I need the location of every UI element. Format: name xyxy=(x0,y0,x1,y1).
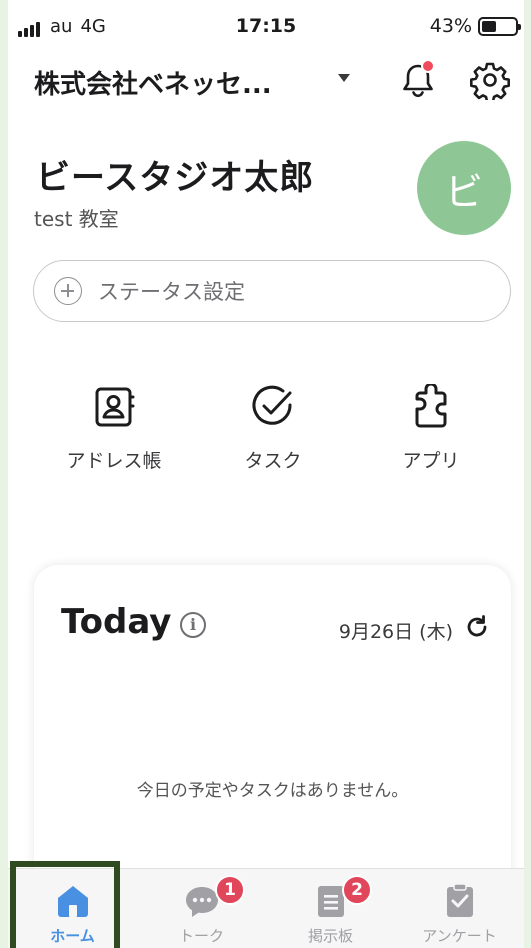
notification-dot xyxy=(421,59,435,73)
today-date: 9月26日 (木) xyxy=(338,621,453,643)
talk-unread-badge: 1 xyxy=(215,875,245,905)
info-icon[interactable]: i xyxy=(180,612,206,638)
tab-bulletin-label: 掲示板 xyxy=(307,927,353,945)
shortcut-address-book-label: アドレス帳 xyxy=(66,450,162,472)
tab-talk[interactable]: トーク 1 xyxy=(137,869,266,948)
classroom-name: test 教室 xyxy=(34,207,119,231)
battery-percent: 43% xyxy=(429,15,472,37)
user-name: ビースタジオ太郎 xyxy=(36,158,315,198)
gear-icon[interactable] xyxy=(470,60,510,100)
bulletin-unread-badge: 2 xyxy=(342,875,372,905)
tab-survey-label: アンケート xyxy=(422,927,497,945)
status-setting-label: ステータス設定 xyxy=(98,280,245,304)
tab-survey[interactable]: アンケート xyxy=(395,869,524,948)
status-right: 43% xyxy=(429,15,521,37)
plus-circle-icon xyxy=(54,277,82,305)
avatar[interactable]: ビ xyxy=(417,141,511,235)
puzzle-icon xyxy=(415,384,447,428)
shortcut-address-book[interactable]: アドレス帳 xyxy=(44,384,184,473)
task-check-icon xyxy=(252,385,292,425)
shortcut-apps-label: アプリ xyxy=(402,450,460,472)
today-title: Today xyxy=(61,602,172,642)
caret-down-icon[interactable] xyxy=(338,74,350,82)
organization-selector[interactable]: 株式会社ベネッセ... xyxy=(34,64,272,101)
shortcut-task-label: タスク xyxy=(244,450,302,472)
tab-talk-label: トーク xyxy=(178,927,224,945)
today-empty-message: 今日の予定やタスクはありません。 xyxy=(136,781,409,801)
shortcut-task[interactable]: タスク xyxy=(203,384,343,473)
status-bar: au 4G 17:15 43% xyxy=(8,0,524,52)
address-book-icon xyxy=(95,387,135,427)
tab-bulletin[interactable]: 掲示板 2 xyxy=(266,869,395,948)
battery-icon xyxy=(478,16,521,36)
refresh-icon[interactable] xyxy=(463,613,491,641)
app-screen: au 4G 17:15 43% 株式会社ベネッセ... ビースタジオ太郎 tes… xyxy=(8,0,524,948)
survey-icon xyxy=(446,883,473,917)
status-setting-button[interactable]: ステータス設定 xyxy=(33,260,511,322)
app-header: 株式会社ベネッセ... xyxy=(8,56,524,104)
highlight-frame xyxy=(10,861,120,948)
shortcut-apps[interactable]: アプリ xyxy=(361,384,501,473)
